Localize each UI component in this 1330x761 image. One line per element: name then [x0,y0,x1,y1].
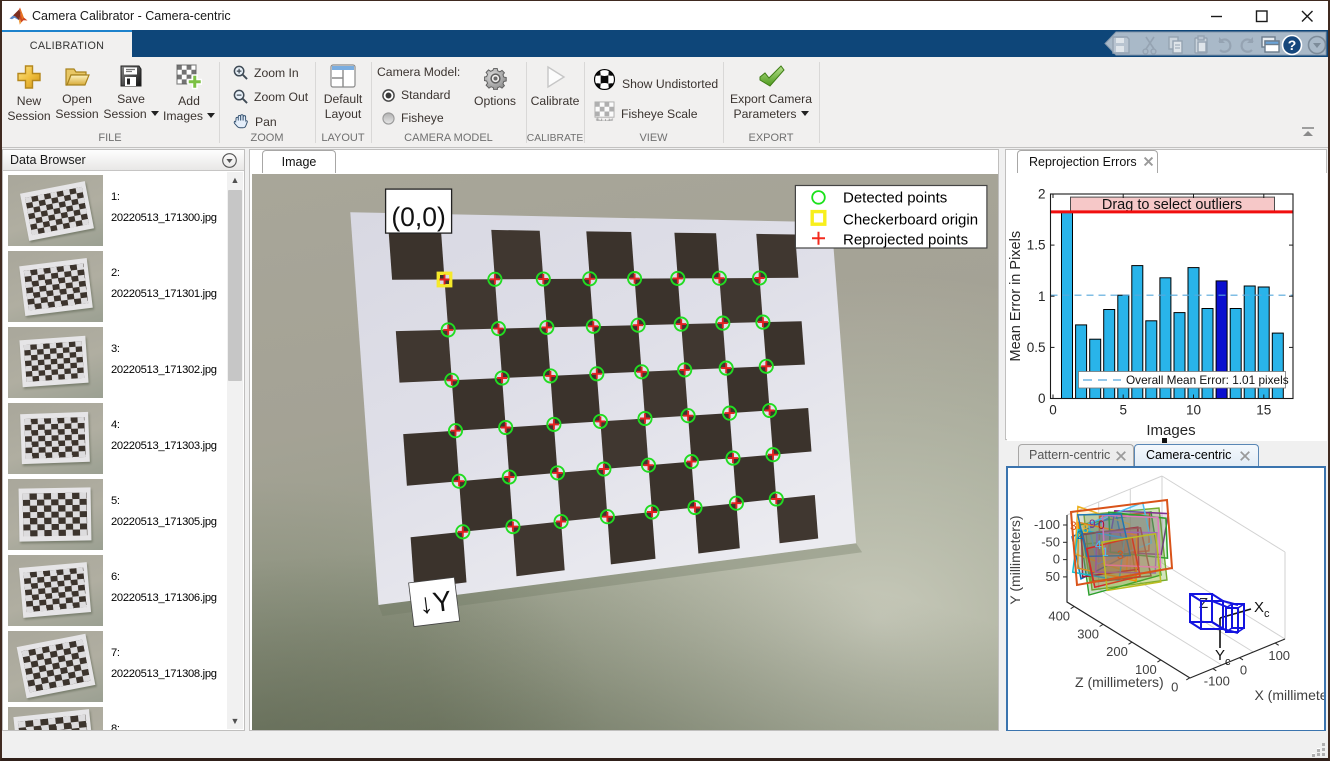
svg-text:-100: -100 [1204,674,1230,689]
svg-text:X: X [1254,599,1264,616]
svg-text:-50: -50 [1041,534,1060,549]
svg-text:Images: Images [1146,422,1195,439]
svg-text:0.5: 0.5 [1027,340,1046,355]
svg-text:Mean Error in Pixels: Mean Error in Pixels [1008,231,1024,362]
svg-text:Z (millimeters): Z (millimeters) [1075,674,1164,690]
svg-text:3: 3 [1117,548,1124,562]
svg-text:-100: -100 [1034,517,1060,532]
svg-text:0: 0 [1171,680,1178,695]
svg-text:X (millimete: X (millimete [1254,687,1324,703]
svg-text:15: 15 [1256,403,1271,418]
svg-text:Y (millimeters): Y (millimeters) [1008,515,1023,604]
svg-text:3: 3 [1070,519,1077,533]
svg-text:50: 50 [1046,569,1060,584]
svg-text:↓Y: ↓Y [417,585,454,620]
svg-text:1.5: 1.5 [1027,238,1046,253]
svg-text:0: 0 [1038,391,1046,406]
svg-text:100: 100 [1268,648,1290,663]
svg-text:(0,0): (0,0) [391,202,446,232]
svg-text:c: c [1225,656,1231,668]
svg-text:?: ? [1288,37,1297,53]
svg-text:c: c [1264,608,1270,620]
svg-text:4: 4 [1095,538,1102,552]
svg-text:1: 1 [1038,289,1046,304]
svg-text:9: 9 [1089,517,1096,531]
svg-text:0: 0 [1098,518,1105,532]
svg-text:0: 0 [1049,403,1057,418]
svg-text:1: 1 [1102,545,1109,559]
svg-text:200: 200 [1106,644,1128,659]
svg-text:Reprojected points: Reprojected points [843,232,968,249]
svg-text:Y: Y [1215,647,1225,664]
svg-text:Detected points: Detected points [843,190,947,207]
svg-text:0: 0 [1240,663,1247,678]
svg-text:8: 8 [1082,522,1089,536]
svg-text:2: 2 [1038,187,1046,202]
svg-text:300: 300 [1077,626,1099,641]
svg-text:0: 0 [1053,552,1060,567]
svg-text:Overall Mean Error: 1.01 pixel: Overall Mean Error: 1.01 pixels [1126,373,1289,387]
svg-text:10: 10 [1186,403,1201,418]
svg-text:400: 400 [1048,609,1070,624]
svg-text:Checkerboard origin: Checkerboard origin [843,211,978,228]
svg-text:5: 5 [1119,403,1127,418]
